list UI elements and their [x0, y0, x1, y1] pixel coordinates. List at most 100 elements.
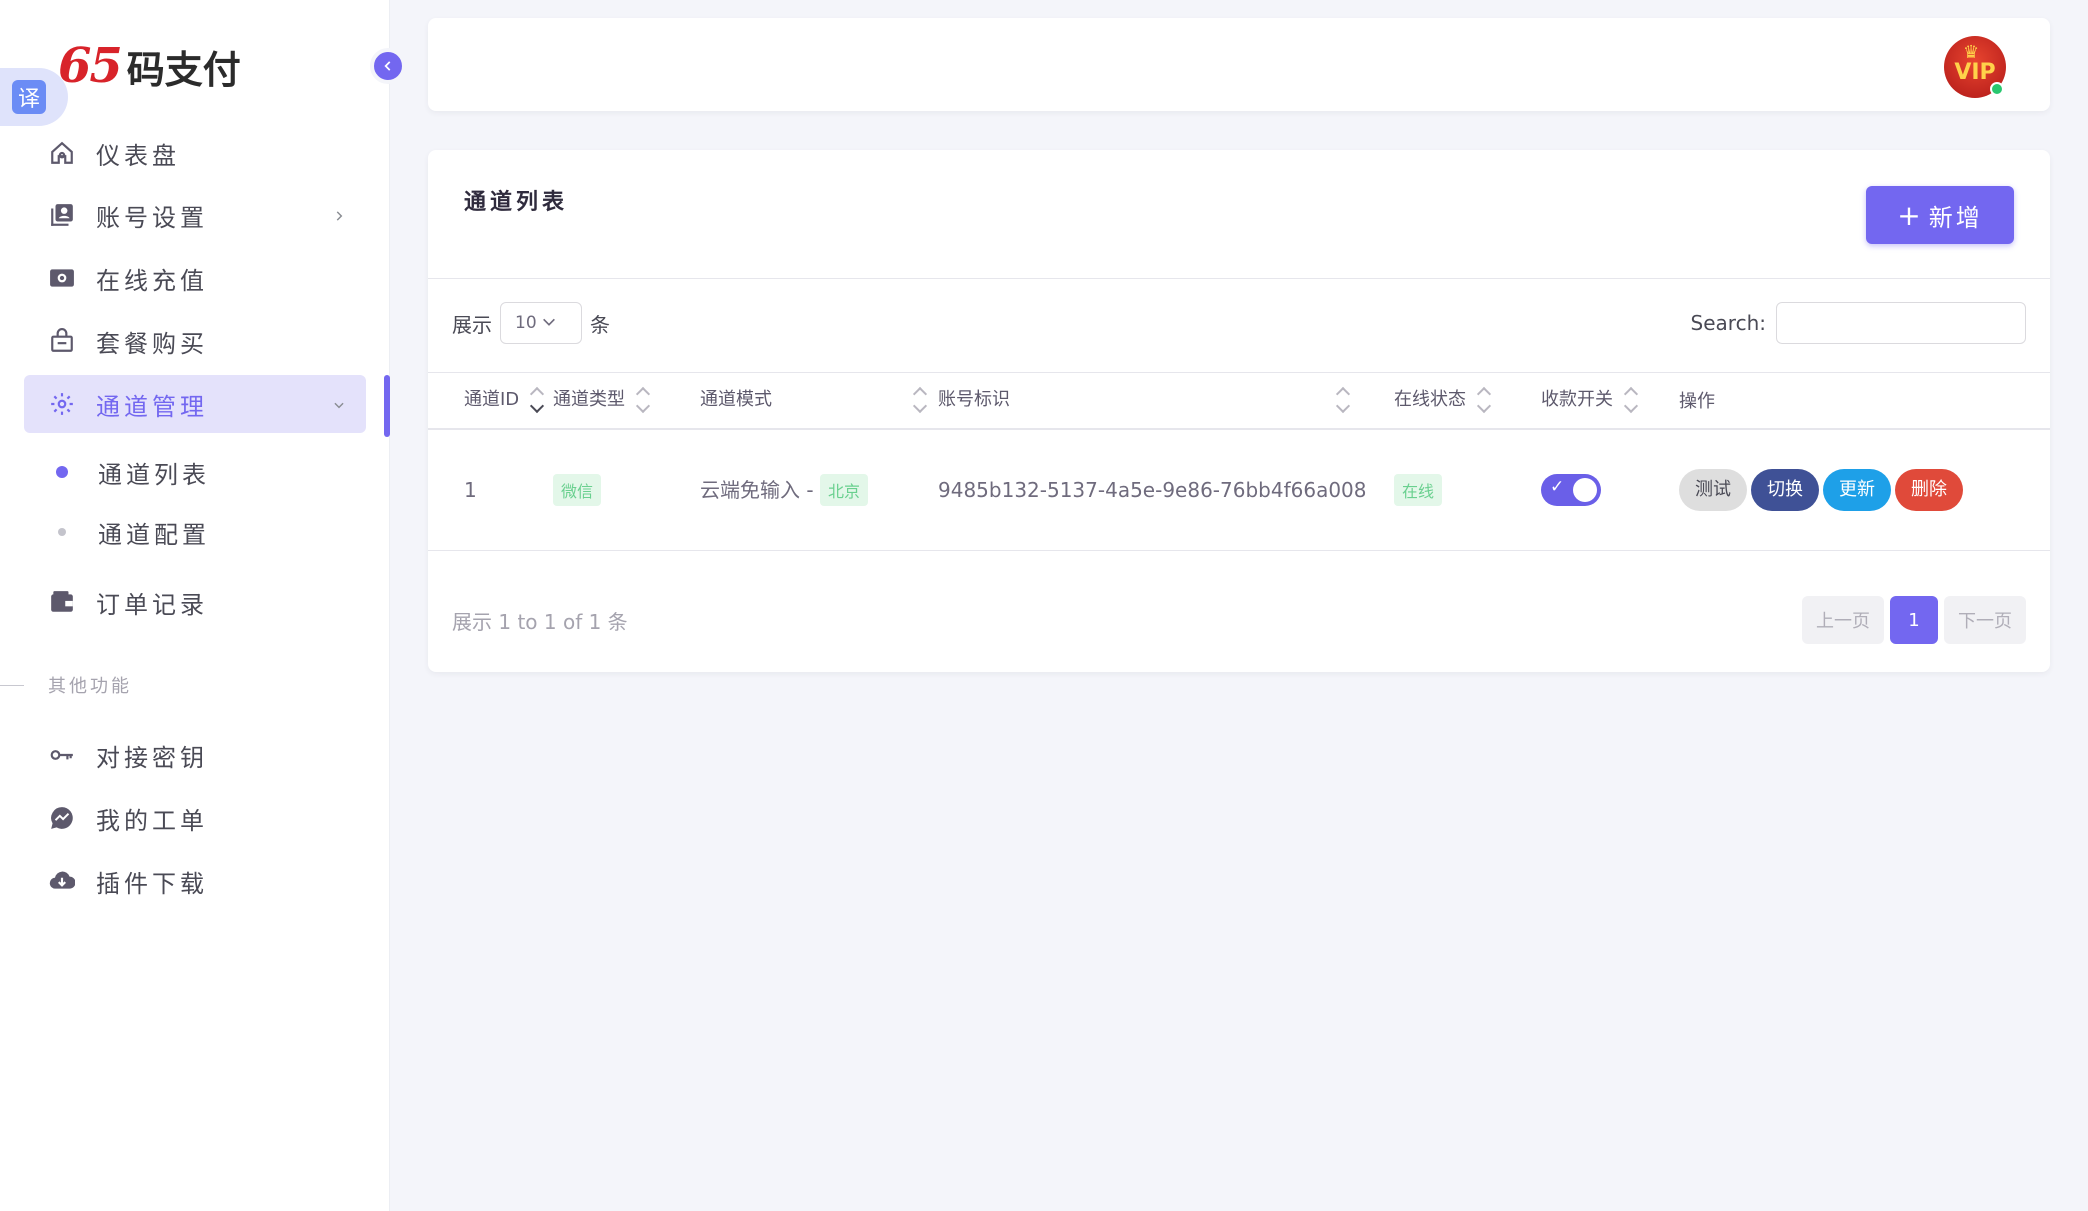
column-header-actions: 操作 [1679, 372, 2050, 430]
page-length-value: 10 [515, 313, 537, 333]
sidebar-subitem-channel-list[interactable]: 通道列表 [56, 447, 210, 497]
sidebar-item-label: 对接密钥 [96, 743, 208, 772]
column-header-label: 在线状态 [1394, 389, 1466, 411]
channel-list-card: 通道列表 + 新增 展示 10 条 Search: 通道ID 通道类型 通道模式… [428, 150, 2050, 672]
cell-actions: 测试 切换 更新 删除 [1679, 428, 2050, 551]
translate-icon: 译 [12, 80, 46, 114]
column-header-id[interactable]: 通道ID [428, 372, 553, 430]
column-header-label: 通道模式 [700, 389, 772, 411]
chevron-down-icon [541, 313, 557, 333]
sidebar-subitem-channel-config[interactable]: 通道配置 [56, 507, 210, 557]
search-label: Search: [1690, 311, 1766, 335]
gear-icon [48, 390, 76, 418]
sidebar-collapse-button[interactable] [370, 48, 406, 84]
column-header-account[interactable]: 账号标识 [938, 372, 1394, 430]
status-badge: 在线 [1394, 473, 1443, 506]
column-header-status[interactable]: 在线状态 [1394, 372, 1541, 430]
sort-icon [1623, 385, 1639, 415]
sidebar-item-label: 账号设置 [96, 203, 208, 232]
logo[interactable]: 65 码支付 [58, 38, 241, 94]
add-channel-button[interactable]: + 新增 [1866, 186, 2014, 244]
sidebar-item-label: 在线充值 [96, 266, 208, 295]
delete-button[interactable]: 删除 [1895, 468, 1963, 511]
column-header-label: 通道ID [464, 389, 520, 411]
column-header-switch[interactable]: 收款开关 [1541, 372, 1679, 430]
section-label-text: 其他功能 [48, 676, 132, 697]
column-header-label: 账号标识 [938, 389, 1010, 411]
logo-number: 65 [58, 38, 123, 94]
wallet-icon [48, 588, 76, 616]
cell-account: 9485b132-5137-4a5e-9e86-76bb4f66a008 [938, 428, 1394, 551]
cell-switch: ✓ [1541, 428, 1679, 551]
sidebar-item-label: 插件下载 [96, 869, 208, 898]
type-badge: 微信 [553, 473, 602, 506]
column-header-mode[interactable]: 通道模式 [700, 372, 938, 430]
add-button-label: 新增 [1928, 203, 1983, 232]
column-header-label: 收款开关 [1541, 389, 1613, 411]
column-header-type[interactable]: 通道类型 [553, 372, 700, 430]
pagination-next-button[interactable]: 下一页 [1944, 596, 2026, 644]
home-icon [48, 139, 76, 167]
sort-icon [1335, 385, 1351, 415]
length-prefix: 展示 [452, 312, 492, 337]
sort-icon [529, 385, 545, 415]
switch-button[interactable]: 切换 [1751, 468, 1819, 511]
message-icon [48, 804, 76, 832]
search-input[interactable] [1776, 302, 2026, 344]
topbar: ♛ VIP [428, 18, 2050, 111]
table-row: 1 微信 云端免输入 - 北京 9485b132-5137-4a5e-9e86-… [428, 428, 2050, 551]
divider [428, 278, 2050, 279]
sidebar-item-label: 套餐购买 [96, 329, 208, 358]
sidebar-item-orders[interactable]: 订单记录 [24, 573, 366, 631]
mode-text: 云端免输入 - [700, 477, 814, 502]
sort-icon [912, 385, 928, 415]
table-header-row: 通道ID 通道类型 通道模式 账号标识 在线状态 收款开关 操作 [428, 372, 2050, 430]
length-suffix: 条 [590, 312, 610, 337]
page-length-select[interactable]: 10 [500, 302, 582, 344]
page-length-control: 展示 10 条 [452, 302, 610, 344]
sort-icon [1476, 385, 1492, 415]
chevron-left-icon [384, 61, 391, 71]
column-header-label: 通道类型 [553, 389, 625, 411]
sidebar-item-label: 订单记录 [96, 590, 208, 619]
sidebar-item-channel-management[interactable]: 通道管理 [24, 375, 366, 433]
chevron-down-icon [332, 390, 346, 418]
sidebar-item-account[interactable]: 账号设置 [24, 186, 366, 244]
translate-badge[interactable]: 译 [0, 68, 68, 126]
online-status-dot [1990, 82, 2004, 96]
test-button[interactable]: 测试 [1679, 468, 1747, 511]
key-icon [48, 741, 76, 769]
logo-text: 码支付 [126, 47, 241, 92]
page-title: 通道列表 [464, 190, 569, 215]
column-header-label: 操作 [1679, 391, 1715, 413]
table-info: 展示 1 to 1 of 1 条 [452, 610, 628, 634]
sidebar-item-package[interactable]: 套餐购买 [24, 312, 366, 370]
region-badge: 北京 [819, 473, 868, 506]
pagination-page-button[interactable]: 1 [1890, 596, 1938, 644]
sidebar-subitem-label: 通道列表 [98, 460, 210, 489]
account-icon [48, 201, 76, 229]
sidebar-item-api-key[interactable]: 对接密钥 [24, 726, 366, 784]
update-button[interactable]: 更新 [1823, 468, 1891, 511]
recharge-icon [48, 264, 76, 292]
package-icon [48, 327, 76, 355]
chevron-right-icon [332, 201, 346, 229]
toggle-knob [1573, 477, 1597, 502]
section-divider [0, 684, 24, 686]
cloud-download-icon [48, 867, 76, 895]
dot-icon [58, 528, 66, 536]
payment-switch-toggle[interactable]: ✓ [1541, 473, 1601, 506]
channel-table: 通道ID 通道类型 通道模式 账号标识 在线状态 收款开关 操作 1 微信 云端… [428, 372, 2050, 551]
check-icon: ✓ [1550, 476, 1565, 497]
sidebar-item-dashboard[interactable]: 仪表盘 [24, 124, 366, 182]
pagination-prev-button[interactable]: 上一页 [1802, 596, 1884, 644]
avatar-label: VIP [1954, 59, 1996, 85]
active-indicator [384, 375, 390, 437]
search-control: Search: [1691, 302, 2026, 344]
sidebar-item-plugin-download[interactable]: 插件下载 [24, 852, 366, 910]
sidebar-item-tickets[interactable]: 我的工单 [24, 789, 366, 847]
crown-icon: ♛ [1963, 42, 1980, 63]
sidebar-item-recharge[interactable]: 在线充值 [24, 249, 366, 307]
avatar[interactable]: ♛ VIP [1944, 36, 2006, 98]
sidebar-item-label: 仪表盘 [96, 141, 180, 170]
